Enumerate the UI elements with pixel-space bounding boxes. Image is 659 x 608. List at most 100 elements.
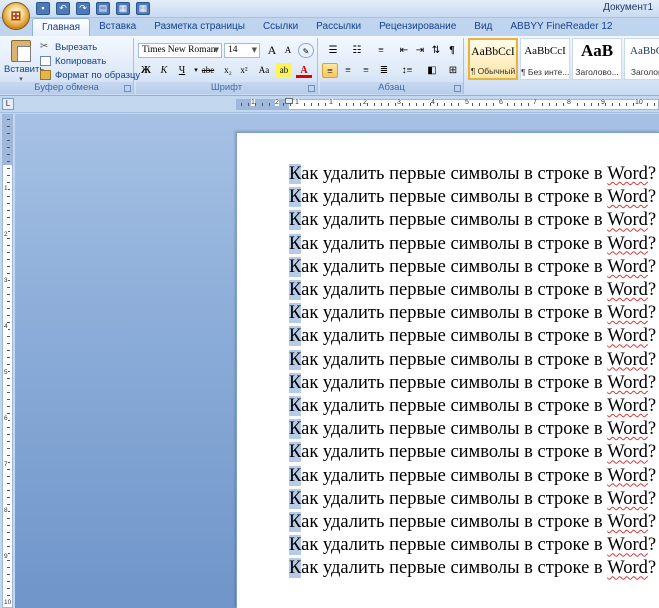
ruler-tick [7,287,10,288]
tab-5[interactable]: Рецензирование [370,18,465,36]
ruler-tick [7,203,10,204]
font-launcher-icon[interactable] [308,85,315,92]
font-color-icon[interactable]: A [296,63,312,78]
document-text[interactable]: Как удалить первые символы в строке в Wo… [289,163,656,581]
cut-label: Вырезать [55,41,98,53]
strikethrough-button[interactable]: abe [198,63,218,78]
document-line[interactable]: Как удалить первые символы в строке в Wo… [289,209,656,232]
print-icon[interactable]: ▤ [96,2,110,15]
document-line[interactable]: Как удалить первые символы в строке в Wo… [289,325,656,348]
grow-font-button[interactable]: A [264,43,280,58]
font-family-select[interactable]: Times New Roman ▼ [138,43,222,58]
style-tile-1[interactable]: AaBbCcI ¶ Без инте... [520,38,570,80]
line-text: ак удалить первые символы в строке в [301,187,608,208]
font-size-select[interactable]: 14 ▼ [224,43,260,58]
tab-0[interactable]: Главная [32,18,91,36]
line-end: ? [647,210,657,231]
tab-4[interactable]: Рассылки [307,18,370,36]
style-tile-2[interactable]: AaB Заголово... [572,38,622,80]
line-spacing-icon[interactable]: ↕≡ [396,63,418,78]
document-line[interactable]: Как удалить первые символы в строке в Wo… [289,186,656,209]
document-line[interactable]: Как удалить первые символы в строке в Wo… [289,395,656,418]
ruler-tick [7,336,10,337]
ruler-tick [619,103,620,106]
spellcheck-word: Word [607,187,648,208]
style-tile-0[interactable]: AaBbCcI ¶ Обычный [468,38,518,80]
document-page[interactable]: Как удалить первые символы в строке в Wo… [236,132,659,608]
document-line[interactable]: Как удалить первые символы в строке в Wo… [289,557,656,580]
align-left-icon[interactable]: ≡ [322,63,338,78]
paragraph-launcher-icon[interactable] [454,85,461,92]
format-painter-button[interactable]: Формат по образцу [40,68,140,82]
selected-first-char: К [289,372,302,393]
borders-icon[interactable]: ⊞ [444,63,462,78]
increase-indent-icon[interactable]: ⇥ [412,43,428,58]
selected-first-char: К [289,512,302,533]
ruler-tick [7,357,10,358]
document-line[interactable]: Как удалить первые символы в строке в Wo… [289,302,656,325]
document-line[interactable]: Как удалить первые символы в строке в Wo… [289,441,656,464]
office-button[interactable]: ⊞ [2,2,30,30]
spellcheck-word: Word [607,210,648,231]
save-icon[interactable]: ▪ [36,2,50,15]
decrease-indent-icon[interactable]: ⇤ [396,43,412,58]
redo-icon[interactable]: ↷ [76,2,90,15]
ruler-tick [7,315,10,316]
print-preview-icon[interactable]: ▦ [116,2,130,15]
document-line[interactable]: Как удалить первые символы в строке в Wo… [289,233,656,256]
sort-icon[interactable]: ⇅ [428,43,444,58]
paste-button[interactable]: Вставить ▾ [4,38,44,83]
document-line[interactable]: Как удалить первые символы в строке в Wo… [289,372,656,395]
cut-button[interactable]: ✂ Вырезать [40,40,140,54]
ruler-tick [311,103,312,106]
horizontal-ruler[interactable]: 1 2 1 1 2 3 4 5 6 7 8 9 10 [236,98,659,110]
copy-button[interactable]: Копировать [40,54,140,68]
bullets-icon[interactable]: ☰ [322,43,344,58]
document-line[interactable]: Как удалить первые символы в строке в Wo… [289,163,656,186]
undo-icon[interactable]: ↶ [56,2,70,15]
shrink-font-button[interactable]: A [280,43,296,58]
tab-1[interactable]: Вставка [90,18,145,36]
italic-button[interactable]: К [156,63,172,78]
document-line[interactable]: Как удалить первые символы в строке в Wo… [289,465,656,488]
bold-button[interactable]: Ж [138,63,154,78]
ruler-number: 9 [601,99,605,106]
document-line[interactable]: Как удалить первые символы в строке в Wo… [289,256,656,279]
tab-selector-icon[interactable]: L [2,98,14,110]
superscript-button[interactable]: x² [236,63,252,78]
pilcrow-icon[interactable]: ¶ [444,43,460,58]
clipboard-group: Вставить ▾ ✂ Вырезать Копировать Формат … [0,38,140,94]
selected-first-char: К [289,326,302,347]
multilevel-list-icon[interactable]: ≡ [370,43,392,58]
document-line[interactable]: Как удалить первые символы в строке в Wo… [289,488,656,511]
indent-marker-icon[interactable] [285,98,293,104]
document-line[interactable]: Как удалить первые символы в строке в Wo… [289,534,656,557]
align-center-icon[interactable]: ≡ [340,63,356,78]
line-text: ак удалить первые символы в строке в [301,372,608,393]
style-tile-3[interactable]: AaBbCc Заголово [624,38,659,80]
document-line[interactable]: Как удалить первые символы в строке в Wo… [289,511,656,534]
tab-7[interactable]: ABBYY FineReader 12 [501,18,621,36]
table-icon[interactable]: ▦ [136,2,150,15]
shading-icon[interactable]: ◧ [422,63,442,78]
justify-icon[interactable]: ≣ [376,63,392,78]
align-right-icon[interactable]: ≡ [358,63,374,78]
styles-gallery: AaBbCcI ¶ Обычный AaBbCcI ¶ Без инте... AaB З… [468,38,659,80]
tab-6[interactable]: Вид [465,18,501,36]
ruler-number: 10 [635,99,643,106]
change-case-button[interactable]: Aa [254,63,274,78]
clear-format-icon[interactable]: ✎ [298,43,314,58]
tab-2[interactable]: Разметка страницы [145,18,254,36]
clipboard-launcher-icon[interactable] [124,85,131,92]
subscript-button[interactable]: x₂ [220,63,236,78]
selected-first-char: К [289,187,302,208]
ruler-number: 9 [4,553,8,560]
document-line[interactable]: Как удалить первые символы в строке в Wo… [289,349,656,372]
ruler-number: 1 [329,99,333,106]
document-line[interactable]: Как удалить первые символы в строке в Wo… [289,279,656,302]
highlight-icon[interactable]: ab [276,63,292,78]
document-line[interactable]: Как удалить первые символы в строке в Wo… [289,418,656,441]
tab-3[interactable]: Ссылки [254,18,307,36]
numbering-icon[interactable]: ☷ [346,43,368,58]
vertical-ruler[interactable]: 1 2 3 4 5 6 7 8 9 10 [2,114,13,608]
